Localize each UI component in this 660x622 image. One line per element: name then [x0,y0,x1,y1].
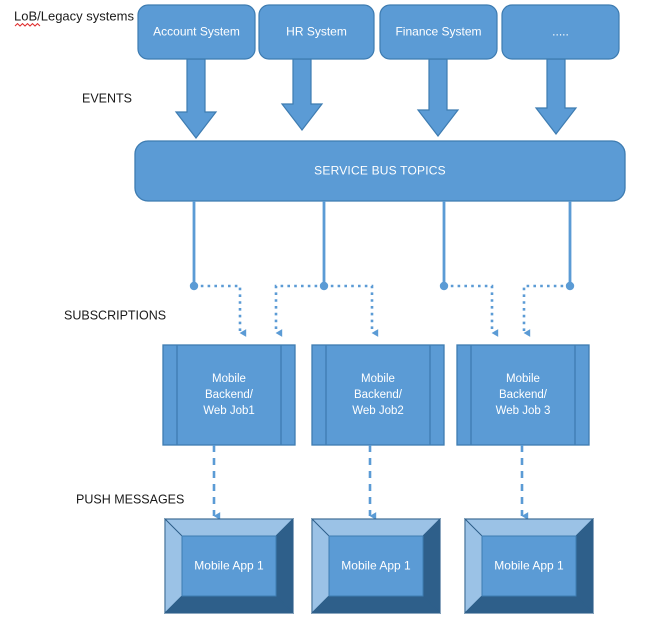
source-system-label: HR System [286,25,347,39]
event-block-arrow-event-arrow-more [534,58,578,135]
subscription-node-dot [189,281,199,291]
stage-label-push: PUSH MESSAGES [76,492,184,506]
service-bus-topics[interactable]: SERVICE BUS TOPICS [134,140,626,202]
stage-label-subscriptions: SUBSCRIPTIONS [64,308,166,322]
backend-label-line: Web Job1 [203,405,255,417]
subscription-node-dot [439,281,449,291]
mobile-app-label: Mobile App 1 [341,559,411,573]
mobile-app-bevel-bottom [463,595,595,614]
backend-label-line: Web Job2 [352,405,404,417]
source-systems-layer: Account System HR System Finance System...… [137,4,620,60]
source-system-label: Finance System [395,25,481,39]
source-system-label: ..... [552,25,569,39]
subscription-route-route-2-to-job2 [324,284,379,337]
backend-label-line: Mobile [361,373,395,385]
mobile-app-bevel-top [163,518,295,537]
event-block-arrow-event-arrow-hr [280,58,324,131]
backend-label-line: Backend/ [354,389,403,401]
mobile-app-mobile-app-3[interactable]: Mobile App 1 [463,517,595,615]
mobile-app-label: Mobile App 1 [194,559,264,573]
backends-layer: Mobile Backend/Web Job1 Mobile Backend/Web … [162,344,590,446]
source-system-more-systems[interactable]: ..... [501,4,620,60]
mobile-app-mobile-app-2[interactable]: Mobile App 1 [310,517,442,615]
stage-label-events: EVENTS [82,91,132,105]
subscription-node-dot [319,281,329,291]
stage-label-text: SUBSCRIPTIONS [64,308,166,322]
event-block-arrow-event-arrow-finance [416,58,460,137]
service-bus-label: SERVICE BUS TOPICS [314,164,446,178]
spellcheck-squiggle [14,22,41,27]
stage-label-text: EVENTS [82,91,132,105]
subscription-route-route-4-to-job3 [522,284,570,337]
mobile-app-bevel-bottom [310,595,442,614]
mobile-apps-layer: Mobile App 1 Mobile App 1 Mobile App 1 [163,517,595,615]
architecture-diagram: LoB/Legacy systems EVENTS SUBSCRIPTIONS PUS… [0,0,660,622]
backend-label-line: Mobile [212,373,246,385]
source-system-account-system[interactable]: Account System [137,4,256,60]
subscription-route-route-2-to-job1 [274,284,324,337]
source-system-label: Account System [153,25,240,39]
stage-label-text: LoB/Legacy systems [14,8,134,23]
mobile-app-mobile-app-1[interactable]: Mobile App 1 [163,517,295,615]
source-system-finance-system[interactable]: Finance System [379,4,498,60]
mobile-app-bevel-bottom [163,595,295,614]
backend-label-line: Backend/ [205,389,254,401]
backend-mobile-backend-web-job3[interactable]: Mobile Backend/Web Job 3 [456,344,590,446]
stage-label-text: PUSH MESSAGES [76,492,184,506]
mobile-app-bevel-top [463,518,595,537]
push-arrows-layer [212,445,529,520]
stage-label-lob: LoB/Legacy systems [14,8,134,27]
source-system-hr-system[interactable]: HR System [258,4,375,60]
subscription-route-route-1-to-job1 [194,284,247,337]
service-bus-layer: SERVICE BUS TOPICS [134,140,626,202]
subscription-node-dot [565,281,575,291]
subscription-connectors-layer [189,201,575,337]
backend-label-line: Web Job 3 [496,405,551,417]
mobile-app-label: Mobile App 1 [494,559,564,573]
mobile-app-bevel-top [310,518,442,537]
backend-mobile-backend-web-job2[interactable]: Mobile Backend/Web Job2 [311,344,445,446]
stage-labels-layer: LoB/Legacy systems EVENTS SUBSCRIPTIONS PUS… [14,8,184,506]
event-block-arrow-event-arrow-account [174,58,218,139]
backend-label-line: Mobile [506,373,540,385]
subscription-route-route-3-to-job3 [444,284,499,337]
backend-mobile-backend-web-job1[interactable]: Mobile Backend/Web Job1 [162,344,296,446]
backend-label-line: Backend/ [499,389,548,401]
event-arrows-layer [174,58,578,139]
diagram-canvas: LoB/Legacy systems EVENTS SUBSCRIPTIONS PUS… [14,4,626,615]
